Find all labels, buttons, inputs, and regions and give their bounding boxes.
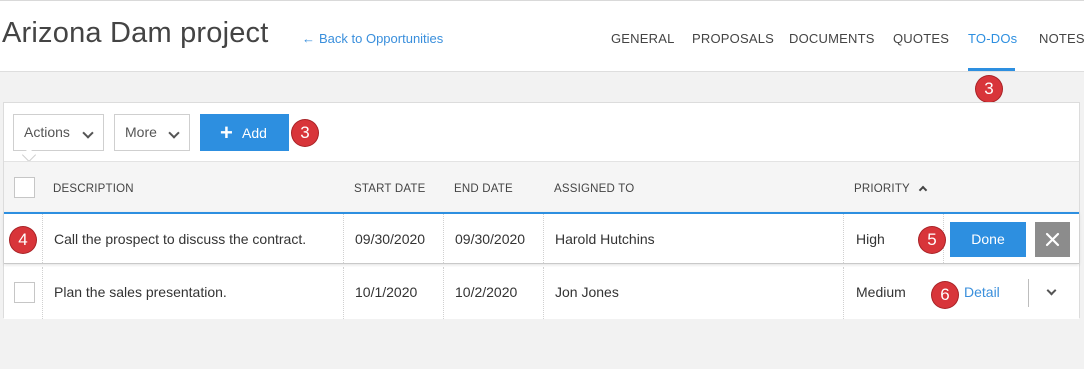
description-text: Plan the sales presentation. [54,284,227,300]
tab-quotes[interactable]: QUOTES [893,31,949,46]
callout-badge-detail: 6 [932,282,958,308]
todos-panel: Actions More + Add DESCRIPTION START DAT… [3,102,1080,319]
tab-bar: GENERAL PROPOSALS DOCUMENTS QUOTES TO-DO… [0,0,1084,72]
chevron-down-icon [82,127,94,139]
cell-divider [343,267,344,319]
cell-divider [42,267,43,319]
callout-badge-done: 5 [919,227,945,253]
cell-divider [343,214,344,263]
more-dropdown-label: More [125,124,157,140]
active-tab-indicator [968,68,1015,71]
actions-dropdown[interactable]: Actions [13,114,104,151]
callout-badge-add: 3 [292,120,318,146]
row-checkbox[interactable] [14,282,35,303]
add-button-label: Add [242,125,267,141]
done-button[interactable]: Done [950,222,1026,257]
detail-link[interactable]: Detail [964,284,1000,300]
action-divider [1028,279,1029,307]
tab-documents[interactable]: DOCUMENTS [789,31,875,46]
tab-notes[interactable]: NOTES [1039,31,1084,46]
sort-ascending-icon [918,185,928,195]
callout-badge-tab: 3 [976,76,1002,102]
table-row[interactable]: Call the prospect to discuss the contrac… [4,212,1079,264]
table-header: DESCRIPTION START DATE END DATE ASSIGNED… [4,161,1079,214]
plus-icon: + [220,120,233,145]
callout-badge-row: 4 [10,227,36,253]
end-date-text: 09/30/2020 [455,231,526,247]
actions-dropdown-label: Actions [24,124,70,140]
toolbar: Actions More + Add [4,103,1079,163]
priority-text: High [856,231,885,247]
cell-divider [42,214,43,263]
priority-text: Medium [856,284,906,300]
column-header-end-date[interactable]: END DATE [454,183,513,195]
description-text: Call the prospect to discuss the contrac… [54,231,307,247]
close-icon [1045,232,1060,247]
tab-proposals[interactable]: PROPOSALS [692,31,774,46]
column-header-description[interactable]: DESCRIPTION [53,183,134,195]
cell-divider [543,267,544,319]
chevron-down-icon [168,127,180,139]
priority-header-label: PRIORITY [854,183,910,195]
assigned-to-text: Harold Hutchins [555,231,655,247]
start-date-text: 10/1/2020 [355,284,418,300]
column-header-assigned-to[interactable]: ASSIGNED TO [554,183,634,195]
select-all-checkbox[interactable] [14,177,35,198]
page-header: Arizona Dam project ← Back to Opportuniti… [0,0,1084,72]
column-header-start-date[interactable]: START DATE [354,183,425,195]
cell-divider [443,267,444,319]
assigned-to-text: Jon Jones [555,284,619,300]
add-button[interactable]: + Add [200,114,289,151]
table-row[interactable]: Plan the sales presentation. 10/1/2020 1… [4,267,1079,319]
cell-divider [843,214,844,263]
cell-divider [543,214,544,263]
start-date-text: 09/30/2020 [355,231,426,247]
column-header-priority[interactable]: PRIORITY [854,183,928,195]
tab-todos[interactable]: TO-DOs [968,31,1017,46]
chevron-down-icon[interactable] [1046,285,1057,296]
end-date-text: 10/2/2020 [455,284,518,300]
cell-divider [443,214,444,263]
dismiss-button[interactable] [1035,222,1070,257]
tab-general[interactable]: GENERAL [611,31,675,46]
cell-divider [843,267,844,319]
more-dropdown[interactable]: More [114,114,190,151]
